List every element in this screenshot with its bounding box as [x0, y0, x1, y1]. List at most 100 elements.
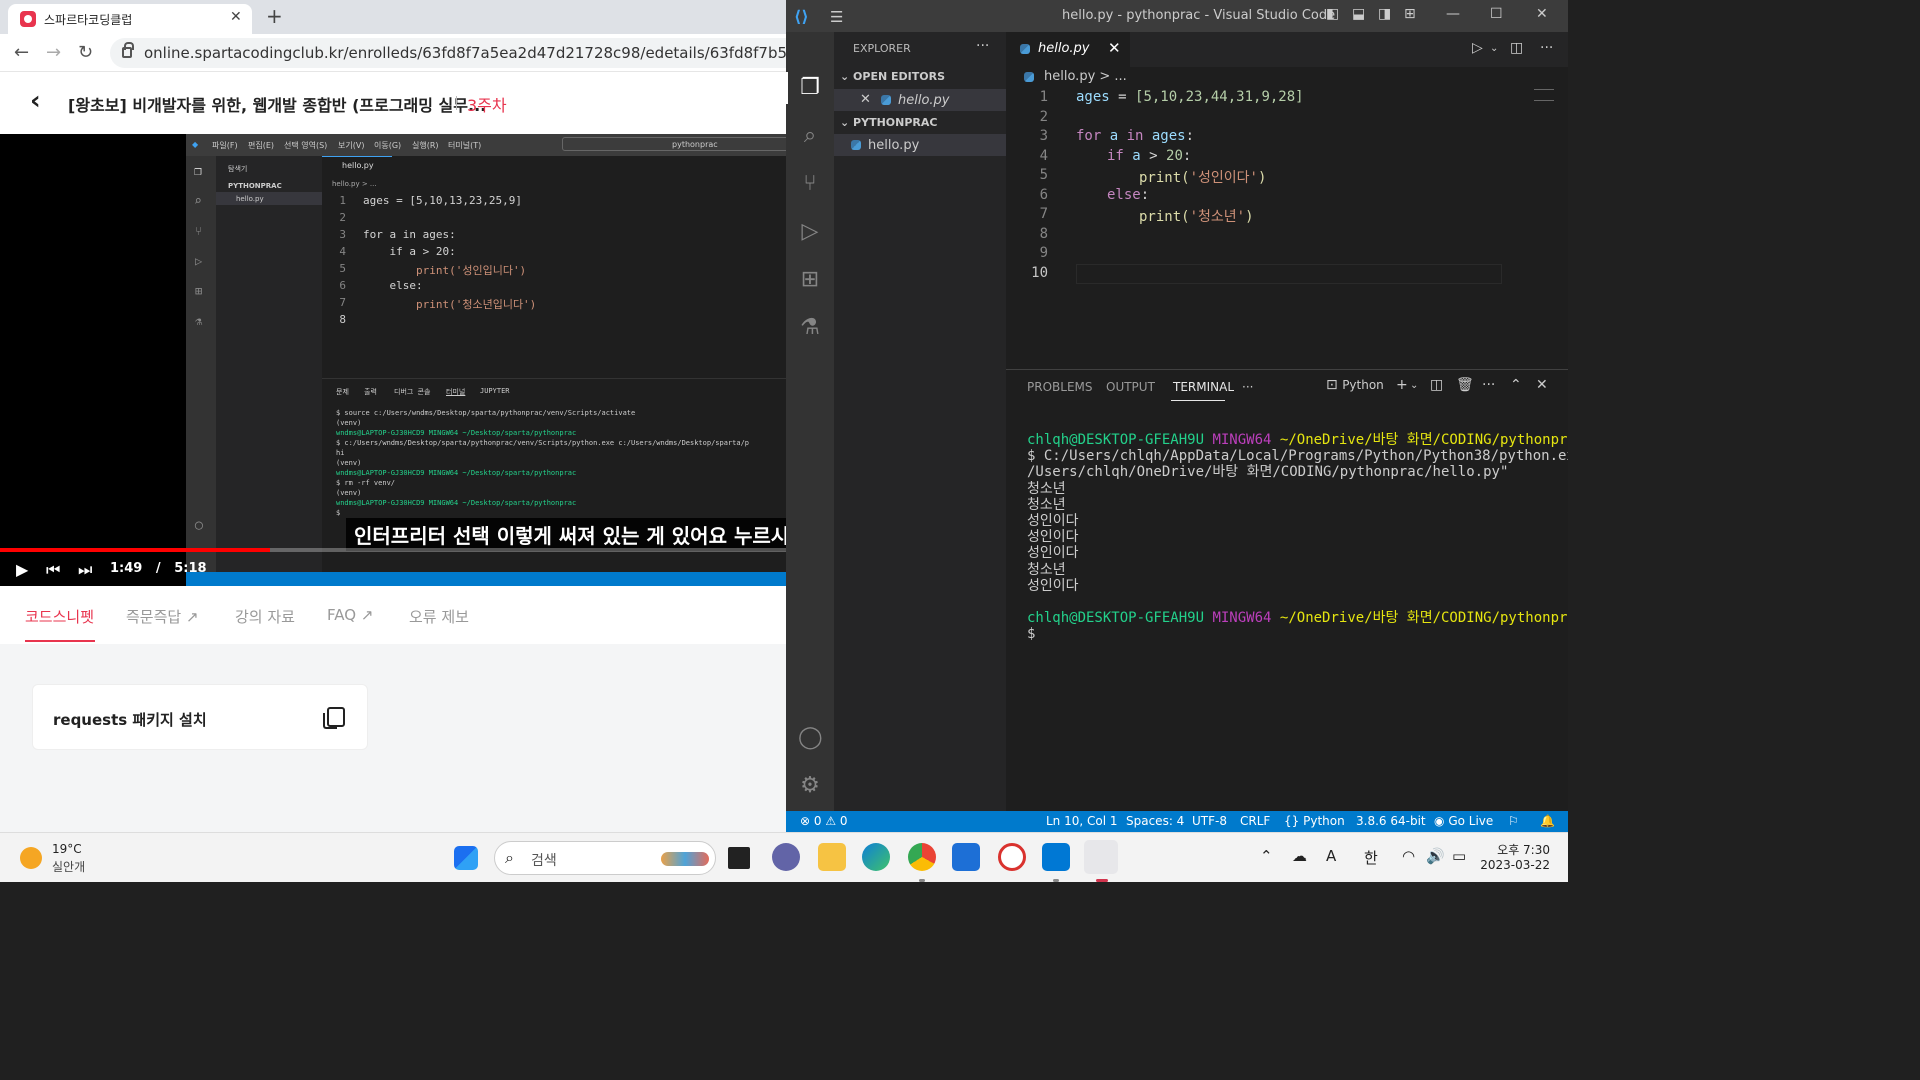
kill-terminal-icon[interactable]: 🗑: [1456, 377, 1474, 393]
onedrive-offline-icon[interactable]: ☁: [1292, 847, 1307, 865]
language-mode[interactable]: {} Python: [1284, 814, 1345, 828]
tab-report-error[interactable]: 오류 제보: [409, 606, 469, 627]
toggle-panel-icon[interactable]: ⬓: [1352, 6, 1365, 22]
feedback-icon[interactable]: ⚐: [1508, 814, 1519, 828]
reload-icon[interactable]: ↻: [78, 42, 93, 63]
browser-tab[interactable]: 스파르타코딩클럽 ✕: [8, 4, 252, 34]
show-hidden-icons-chevron-icon[interactable]: ⌃: [1260, 847, 1273, 865]
terminal-output[interactable]: chlqh@DESKTOP-GFEAH9U MINGW64 ~/OneDrive…: [1027, 432, 1568, 643]
sync-app-icon[interactable]: [998, 843, 1026, 871]
terminal-profile[interactable]: ⊡ Python: [1326, 377, 1384, 393]
code-editor[interactable]: 1 2 3 4 5 6 7 8 9 10 ages = [5,10,23,44,…: [1006, 89, 1568, 369]
battery-icon[interactable]: ▭: [1452, 847, 1466, 865]
python-interpreter[interactable]: 3.8.6 64-bit: [1356, 814, 1426, 828]
go-live[interactable]: ◉ Go Live: [1434, 814, 1493, 828]
editor-tab-hello-py[interactable]: hello.py ✕: [1006, 32, 1130, 67]
task-view-icon[interactable]: [728, 847, 750, 869]
tab-terminal[interactable]: TERMINAL: [1173, 380, 1234, 394]
tab-problems[interactable]: PROBLEMS: [1027, 380, 1093, 394]
new-tab-icon[interactable]: +: [266, 4, 283, 28]
snipping-tool-icon[interactable]: [1084, 840, 1118, 874]
teams-chat-icon[interactable]: [772, 843, 800, 871]
panel-more-icon[interactable]: ···: [1242, 380, 1253, 394]
tab-close-icon[interactable]: ✕: [230, 9, 242, 25]
windows-start-icon[interactable]: [454, 846, 478, 870]
toggle-secondary-sidebar-icon[interactable]: ◨: [1378, 6, 1391, 22]
course-header: ‹ [왕초보] 비개발자를 위한, 웹개발 종합반 (프로그래밍 실무... 3…: [0, 72, 786, 134]
token: =: [1109, 89, 1136, 105]
search-icon[interactable]: ⌕: [798, 124, 822, 148]
close-panel-icon[interactable]: ✕: [1536, 377, 1548, 393]
chrome-browser-icon[interactable]: [908, 843, 936, 871]
snippet-card[interactable]: requests 패키지 설치: [32, 684, 368, 750]
problems-count[interactable]: ⊗ 0 ⚠ 0: [800, 814, 848, 828]
video-line-number: 5: [339, 262, 346, 275]
toggle-sidebar-icon[interactable]: ◧: [1326, 6, 1339, 22]
video-menu-item: 이동(G): [374, 141, 402, 150]
split-editor-icon[interactable]: ◫: [1510, 40, 1523, 56]
forward-arrow-icon[interactable]: →: [46, 42, 61, 63]
edge-browser-icon[interactable]: [862, 843, 890, 871]
video-source-control-icon: ⑂: [195, 224, 203, 238]
customize-layout-icon[interactable]: ⊞: [1404, 6, 1416, 22]
microsoft-store-icon[interactable]: [952, 843, 980, 871]
settings-gear-icon[interactable]: ⚙: [798, 774, 822, 798]
extensions-icon[interactable]: ⊞: [798, 268, 822, 292]
explorer-more-icon[interactable]: ···: [976, 38, 989, 54]
notifications-bell-icon[interactable]: 🔔: [1540, 814, 1555, 828]
run-debug-icon[interactable]: ▷: [798, 220, 822, 244]
run-dropdown-icon[interactable]: ⌄: [1490, 43, 1498, 54]
taskbar-search[interactable]: ⌕ 검색: [494, 841, 716, 875]
new-terminal-icon[interactable]: +: [1396, 377, 1408, 393]
taskbar-clock[interactable]: 오후 7:30 2023-03-22: [1480, 841, 1550, 872]
maximize-icon[interactable]: ☐: [1490, 6, 1503, 22]
tab-output[interactable]: OUTPUT: [1106, 380, 1155, 394]
editor-more-icon[interactable]: ···: [1540, 40, 1553, 56]
tab-faq[interactable]: FAQ ↗: [327, 606, 373, 624]
ime-indicator[interactable]: 한: [1364, 847, 1378, 868]
volume-icon[interactable]: 🔊: [1426, 847, 1445, 865]
testing-flask-icon[interactable]: ⚗: [798, 316, 822, 340]
video-run-icon: ▷: [195, 254, 203, 268]
copy-icon[interactable]: [323, 707, 345, 729]
video-progress-bar[interactable]: [0, 548, 786, 552]
wifi-icon[interactable]: ◠: [1402, 847, 1415, 865]
course-back-icon[interactable]: ‹: [30, 86, 41, 116]
next-icon[interactable]: ⏭: [78, 560, 92, 580]
account-icon[interactable]: ◯: [798, 726, 823, 750]
open-editor-item[interactable]: ✕ hello.py: [834, 89, 1006, 111]
explorer-icon[interactable]: ❐: [798, 76, 822, 100]
address-bar[interactable]: online.spartacodingclub.kr/enrolleds/63f…: [110, 38, 786, 68]
lecture-video[interactable]: ◆ 파일(F) 편집(E) 선택 영역(S) 보기(V) 이동(G) 실행(R)…: [0, 134, 786, 586]
minimize-icon[interactable]: —: [1446, 6, 1460, 22]
folder-section[interactable]: ⌄ PYTHONPRAC: [840, 116, 937, 129]
tab-qna[interactable]: 즉문즉답 ↗: [126, 606, 199, 627]
line-ending[interactable]: CRLF: [1240, 814, 1270, 828]
indentation[interactable]: Spaces: 4: [1126, 814, 1184, 828]
split-terminal-icon[interactable]: ◫: [1430, 377, 1443, 393]
breadcrumb-path[interactable]: hello.py > ...: [1044, 69, 1127, 84]
previous-icon[interactable]: ⏮: [46, 560, 60, 580]
terminal-dropdown-icon[interactable]: ⌄: [1410, 380, 1418, 391]
vscode-taskbar-icon[interactable]: [1042, 843, 1070, 871]
close-editor-icon[interactable]: ✕: [860, 92, 871, 107]
source-control-icon[interactable]: ⑂: [798, 172, 822, 196]
run-python-icon[interactable]: ▷: [1472, 40, 1483, 56]
folder-file-item[interactable]: hello.py: [834, 134, 1006, 156]
close-window-icon[interactable]: ✕: [1536, 6, 1548, 22]
code-line-4: if a > 20:: [1107, 148, 1191, 164]
hamburger-menu-icon[interactable]: ☰: [830, 8, 843, 26]
terminal-more-icon[interactable]: ···: [1482, 377, 1495, 393]
tab-materials[interactable]: 강의 자료: [235, 606, 295, 627]
font-input-icon[interactable]: A: [1326, 847, 1336, 865]
open-editors-section[interactable]: ⌄ OPEN EDITORS: [840, 70, 945, 83]
back-arrow-icon[interactable]: ←: [14, 42, 29, 63]
cursor-position[interactable]: Ln 10, Col 1: [1046, 814, 1118, 828]
play-icon[interactable]: ▶: [16, 560, 28, 579]
maximize-panel-icon[interactable]: ⌃: [1510, 377, 1522, 393]
editor-tab-close-icon[interactable]: ✕: [1108, 39, 1121, 57]
file-explorer-icon[interactable]: [818, 843, 846, 871]
tab-code-snippet[interactable]: 코드스니펫: [25, 606, 94, 627]
minimap[interactable]: [1534, 89, 1554, 101]
encoding[interactable]: UTF-8: [1192, 814, 1227, 828]
